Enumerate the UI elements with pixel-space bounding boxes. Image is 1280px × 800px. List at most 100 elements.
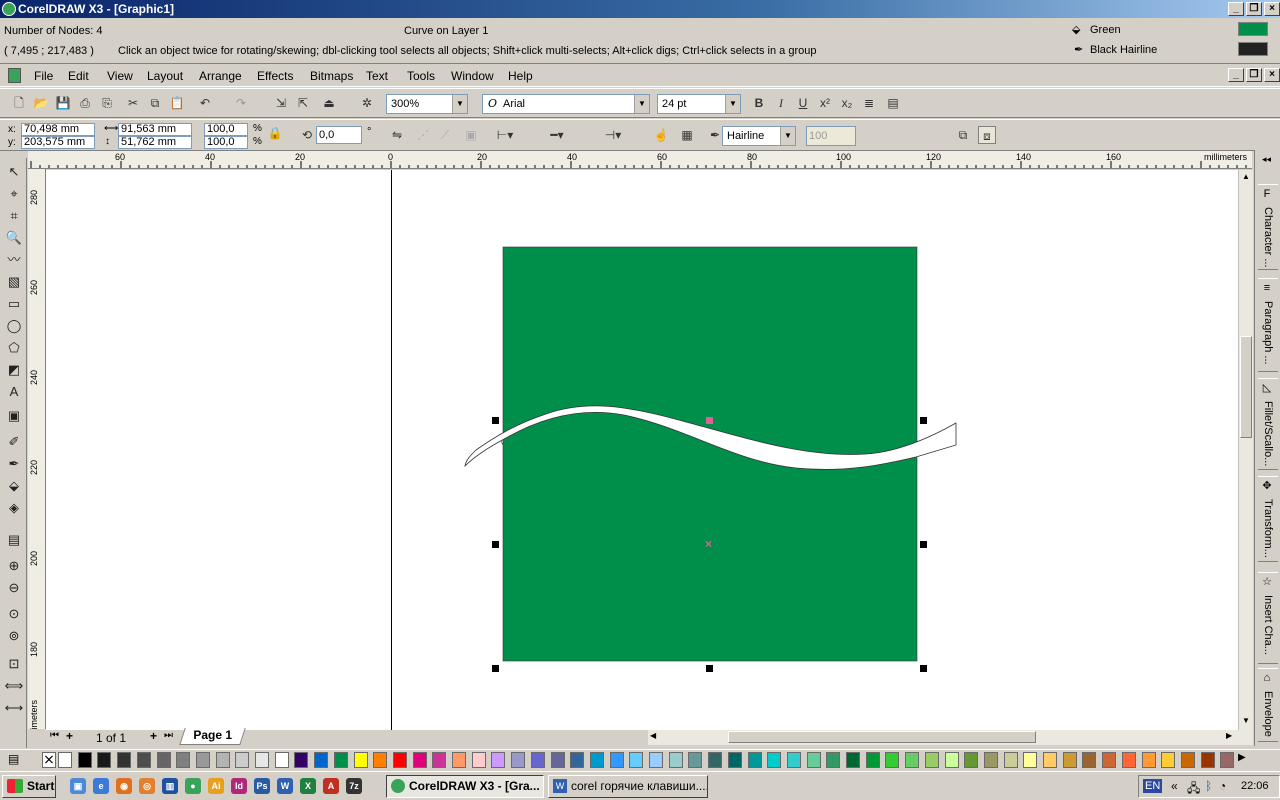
docker-collapse-icon[interactable]: ◂◂	[1262, 154, 1271, 165]
y-position-field[interactable]: 203,575 mm	[21, 136, 95, 149]
close-curve-icon[interactable]: ☝	[652, 126, 670, 144]
export-icon[interactable]: ⇱	[294, 94, 312, 112]
media-icon[interactable]: ◎	[139, 778, 155, 794]
palette-color-swatch[interactable]	[58, 752, 72, 768]
acrobat-icon[interactable]: A	[323, 778, 339, 794]
lock-ratio-icon[interactable]: 🔒	[266, 124, 284, 142]
vertical-scroll-thumb[interactable]	[1240, 336, 1252, 438]
menu-help[interactable]: Help	[508, 69, 533, 83]
selection-handle-top-left[interactable]	[492, 417, 499, 424]
print-merge-icon[interactable]: ⎘	[98, 94, 116, 112]
palette-color-swatch[interactable]	[905, 752, 920, 768]
palette-color-swatch[interactable]	[294, 752, 309, 768]
menu-edit[interactable]: Edit	[68, 69, 89, 83]
selection-handle-middle-left[interactable]	[492, 541, 499, 548]
text-tool-icon[interactable]: A	[4, 382, 24, 402]
menu-file[interactable]: File	[34, 69, 53, 83]
drawing-canvas[interactable]: ×	[46, 170, 1238, 730]
palette-color-swatch[interactable]	[983, 752, 998, 768]
palette-color-swatch[interactable]	[235, 752, 250, 768]
outline-color-swatch[interactable]	[1238, 42, 1268, 56]
add-page-after-icon[interactable]: +	[150, 729, 157, 743]
palette-options-icon[interactable]: ▤	[8, 752, 19, 766]
zoom-tool-icon[interactable]: 🔍	[4, 228, 24, 248]
font-name-dropdown[interactable]: O Arial ▼	[482, 94, 650, 114]
palette-color-swatch[interactable]	[885, 752, 900, 768]
zoom-out-icon[interactable]: ⊖	[4, 578, 24, 598]
palette-color-swatch[interactable]	[452, 752, 466, 768]
curve-smoothness-field[interactable]: 100	[806, 126, 856, 146]
rectangle-tool-icon[interactable]: ▭	[4, 294, 24, 314]
illustrator-icon[interactable]: Ai	[208, 778, 224, 794]
basic-shapes-tool-icon[interactable]: ◩	[4, 360, 24, 380]
outline-tool-icon[interactable]: ✒	[4, 454, 24, 474]
freehand-tool-icon[interactable]: 〰	[4, 250, 24, 270]
palette-color-swatch[interactable]	[215, 752, 230, 768]
palette-color-swatch[interactable]	[274, 752, 289, 768]
palette-color-swatch[interactable]	[747, 752, 762, 768]
palette-color-swatch[interactable]	[767, 752, 782, 768]
crop-tool-icon[interactable]: ⌗	[4, 206, 24, 226]
last-page-icon[interactable]: ⏭	[164, 730, 173, 741]
menu-layout[interactable]: Layout	[147, 69, 183, 83]
palette-color-swatch[interactable]	[924, 752, 939, 768]
palette-color-swatch[interactable]	[1062, 752, 1077, 768]
word-icon[interactable]: W	[277, 778, 293, 794]
to-back-icon[interactable]: ⧈	[978, 126, 996, 144]
palette-color-swatch[interactable]	[1043, 752, 1057, 768]
green-square[interactable]	[502, 246, 918, 662]
polygon-tool-icon[interactable]: ⬠	[4, 338, 24, 358]
palette-color-swatch[interactable]	[1102, 752, 1117, 768]
palette-color-swatch[interactable]	[570, 752, 585, 768]
print-icon[interactable]: ⎙	[76, 94, 94, 112]
palette-color-swatch[interactable]	[77, 752, 92, 768]
palette-color-swatch[interactable]	[1082, 752, 1097, 768]
excel-icon[interactable]: X	[300, 778, 316, 794]
palette-color-swatch[interactable]	[1180, 752, 1195, 768]
palette-color-swatch[interactable]	[97, 752, 112, 768]
palette-color-swatch[interactable]	[373, 752, 388, 768]
palette-color-swatch[interactable]	[668, 752, 683, 768]
menu-window[interactable]: Window	[451, 69, 494, 83]
palette-color-swatch[interactable]	[333, 752, 348, 768]
save-icon[interactable]: 💾	[54, 94, 72, 112]
horizontal-scroll-thumb[interactable]	[728, 731, 1036, 743]
palette-color-swatch[interactable]	[530, 752, 545, 768]
break-curve-icon[interactable]: ⟋	[436, 126, 454, 144]
scroll-down-icon[interactable]: ▼	[1240, 716, 1252, 728]
scroll-left-icon[interactable]: ◀	[650, 731, 656, 740]
ellipse-tool-icon[interactable]: ◯	[4, 316, 24, 336]
first-page-icon[interactable]: ⏮	[50, 730, 59, 741]
scroll-right-icon[interactable]: ▶	[1226, 731, 1232, 740]
tab-page-1[interactable]: Page 1	[179, 728, 246, 745]
7zip-icon[interactable]: 7z	[346, 778, 362, 794]
show-desktop-icon[interactable]: ▣	[70, 778, 86, 794]
import-icon[interactable]: ⇲	[272, 94, 290, 112]
palette-color-swatch[interactable]	[255, 752, 269, 768]
palette-color-swatch[interactable]	[944, 752, 959, 768]
pick-tool-icon[interactable]: ↖	[4, 162, 24, 182]
palette-color-swatch[interactable]	[195, 752, 210, 768]
palette-color-swatch[interactable]	[314, 752, 329, 768]
drawing-svg[interactable]	[46, 170, 1238, 730]
new-icon[interactable]: 🗋	[10, 94, 28, 112]
rotation-angle-field[interactable]: 0,0	[316, 126, 362, 144]
palette-color-swatch[interactable]	[727, 752, 742, 768]
to-front-icon[interactable]: ⧉	[954, 126, 972, 144]
palette-color-swatch[interactable]	[156, 752, 171, 768]
start-arrowhead-icon[interactable]: ⊢▾	[496, 126, 514, 144]
palette-color-swatch[interactable]	[806, 752, 821, 768]
add-page-before-icon[interactable]: +	[66, 729, 73, 743]
paste-icon[interactable]: 📋	[168, 94, 186, 112]
docker-tab-paragraph[interactable]: ≡ Paragraph ...	[1258, 278, 1278, 372]
palette-color-swatch[interactable]	[550, 752, 565, 768]
palette-scroll-right-icon[interactable]: ▶	[1238, 752, 1246, 763]
cut-icon[interactable]: ✂	[124, 94, 142, 112]
palette-color-swatch[interactable]	[964, 752, 979, 768]
menu-effects[interactable]: Effects	[257, 69, 293, 83]
node-edit-icon[interactable]: ⋰	[414, 126, 432, 144]
palette-color-swatch[interactable]	[117, 752, 132, 768]
palette-color-swatch[interactable]	[826, 752, 841, 768]
selection-handle-top-right[interactable]	[920, 417, 927, 424]
zoom-all-icon[interactable]: ⊚	[4, 626, 24, 646]
